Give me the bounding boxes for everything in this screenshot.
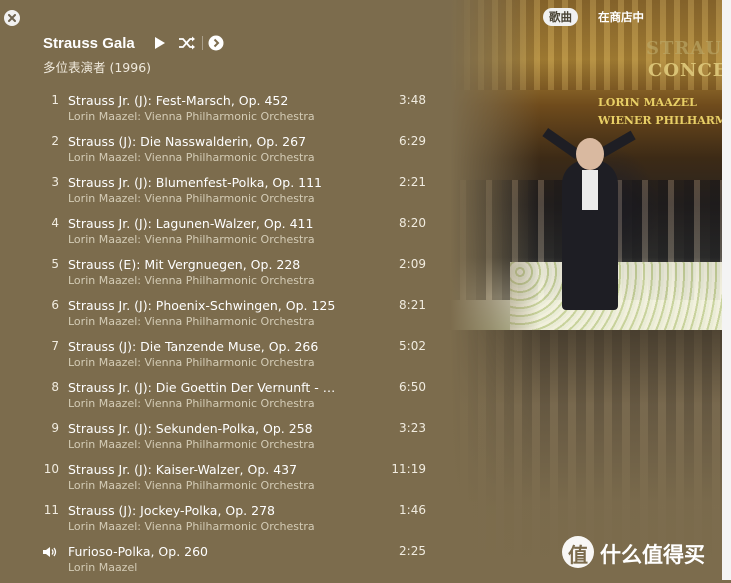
track-artist: Lorin Maazel: Vienna Philharmonic Orches… [68, 479, 315, 492]
close-button[interactable] [4, 10, 20, 26]
play-icon [155, 37, 165, 49]
album-art-title-line: CONCE [648, 60, 722, 81]
track-duration: 8:20 [399, 216, 426, 230]
more-button[interactable] [208, 35, 224, 51]
album-art-credit: LORIN MAAZEL [598, 96, 697, 109]
track-row[interactable]: 10 Strauss Jr. (J): Kaiser-Walzer, Op. 4… [0, 460, 440, 501]
track-title: Strauss Jr. (J): Phoenix-Schwingen, Op. … [68, 298, 336, 313]
track-row[interactable]: 8 Strauss Jr. (J): Die Goettin Der Vernu… [0, 378, 440, 419]
track-artist: Lorin Maazel: Vienna Philharmonic Orches… [68, 233, 315, 246]
track-artist: Lorin Maazel: Vienna Philharmonic Orches… [68, 315, 315, 328]
track-title: Strauss (J): Die Tanzende Muse, Op. 266 [68, 339, 319, 354]
track-row[interactable]: 1 Strauss Jr. (J): Fest-Marsch, Op. 452 … [0, 91, 440, 132]
track-duration: 8:21 [399, 298, 426, 312]
watermark-text: 什么值得买 [600, 543, 705, 567]
track-duration: 1:46 [399, 503, 426, 517]
track-row[interactable]: 5 Strauss (E): Mit Vergnuegen, Op. 228 L… [0, 255, 440, 296]
track-artist: Lorin Maazel: Vienna Philharmonic Orches… [68, 438, 315, 451]
track-artist: Lorin Maazel [68, 561, 138, 574]
album-art-conductor-head [576, 138, 604, 170]
track-duration: 11:19 [391, 462, 426, 476]
track-artist: Lorin Maazel: Vienna Philharmonic Orches… [68, 274, 315, 287]
track-duration: 2:25 [399, 544, 426, 558]
track-title: Strauss (J): Die Nasswalderin, Op. 267 [68, 134, 307, 149]
track-artist: Lorin Maazel: Vienna Philharmonic Orches… [68, 151, 315, 164]
track-number: 1 [51, 93, 59, 107]
track-artist: Lorin Maazel: Vienna Philharmonic Orches… [68, 397, 315, 410]
track-duration: 6:29 [399, 134, 426, 148]
track-row[interactable]: 6 Strauss Jr. (J): Phoenix-Schwingen, Op… [0, 296, 440, 337]
track-row[interactable]: 2 Strauss (J): Die Nasswalderin, Op. 267… [0, 132, 440, 173]
track-number: 5 [51, 257, 59, 271]
track-number: 3 [51, 175, 59, 189]
track-title: Strauss Jr. (J): Lagunen-Walzer, Op. 411 [68, 216, 314, 231]
track-artist: Lorin Maazel: Vienna Philharmonic Orches… [68, 110, 315, 123]
tab-in-store[interactable]: 在商店中 [592, 8, 650, 26]
track-number: 2 [51, 134, 59, 148]
shuffle-button[interactable] [178, 35, 195, 51]
track-number: 11 [43, 503, 59, 517]
track-row[interactable]: 3 Strauss Jr. (J): Blumenfest-Polka, Op.… [0, 173, 440, 214]
track-number: 8 [51, 380, 59, 394]
track-title: Furioso-Polka, Op. 260 [68, 544, 209, 559]
tab-songs[interactable]: 歌曲 [543, 8, 578, 26]
track-artist: Lorin Maazel: Vienna Philharmonic Orches… [68, 520, 315, 533]
album-art-conductor-shirt [582, 170, 598, 210]
track-duration: 2:21 [399, 175, 426, 189]
album-art-fade [450, 0, 540, 330]
play-button[interactable] [152, 35, 168, 51]
track-artist: Lorin Maazel: Vienna Philharmonic Orches… [68, 356, 315, 369]
track-title: Strauss Jr. (J): Blumenfest-Polka, Op. 1… [68, 175, 322, 190]
album-art-reflection-fade [450, 330, 540, 580]
track-row[interactable]: 9 Strauss Jr. (J): Sekunden-Polka, Op. 2… [0, 419, 440, 460]
album-art-title-line: STRAUSS [646, 38, 722, 59]
track-row[interactable]: 11 Strauss (J): Jockey-Polka, Op. 278 Lo… [0, 501, 440, 542]
track-title: Strauss (E): Mit Vergnuegen, Op. 228 [68, 257, 301, 272]
watermark-logo: 值 [562, 536, 594, 568]
track-title: Strauss Jr. (J): Sekunden-Polka, Op. 258 [68, 421, 313, 436]
track-artist: Lorin Maazel: Vienna Philharmonic Orches… [68, 192, 315, 205]
close-icon [8, 14, 16, 22]
track-title: Strauss (J): Jockey-Polka, Op. 278 [68, 503, 275, 518]
track-number: 7 [51, 339, 59, 353]
track-row[interactable]: 7 Strauss (J): Die Tanzende Muse, Op. 26… [0, 337, 440, 378]
window-edge [722, 0, 731, 580]
shuffle-icon [179, 36, 195, 50]
track-number: 6 [51, 298, 59, 312]
watermark-logo-char: 值 [568, 543, 588, 567]
album-art: STRAUSS CONCE LORIN MAAZEL WIENER PHILHA… [450, 0, 722, 580]
track-row[interactable]: 4 Strauss Jr. (J): Lagunen-Walzer, Op. 4… [0, 214, 440, 255]
chevron-right-circle-icon [208, 35, 224, 51]
track-duration: 2:09 [399, 257, 426, 271]
track-duration: 6:50 [399, 380, 426, 394]
track-row-now-playing[interactable]: Furioso-Polka, Op. 260 Lorin Maazel 2:25 [0, 542, 440, 583]
speaker-icon [43, 547, 57, 557]
track-duration: 3:48 [399, 93, 426, 107]
track-number: 10 [43, 462, 59, 476]
track-title: Strauss Jr. (J): Fest-Marsch, Op. 452 [68, 93, 289, 108]
track-duration: 5:02 [399, 339, 426, 353]
album-subtitle: 多位表演者 (1996) [43, 60, 152, 75]
album-art-credit: WIENER PHILHARMONI [598, 114, 722, 127]
track-duration: 3:23 [399, 421, 426, 435]
track-number: 9 [51, 421, 59, 435]
album-title: Strauss Gala [43, 35, 135, 52]
track-title: Strauss Jr. (J): Kaiser-Walzer, Op. 437 [68, 462, 298, 477]
track-title: Strauss Jr. (J): Die Goettin Der Vernunf… [68, 380, 343, 395]
header-divider [202, 36, 203, 50]
track-number: 4 [51, 216, 59, 230]
